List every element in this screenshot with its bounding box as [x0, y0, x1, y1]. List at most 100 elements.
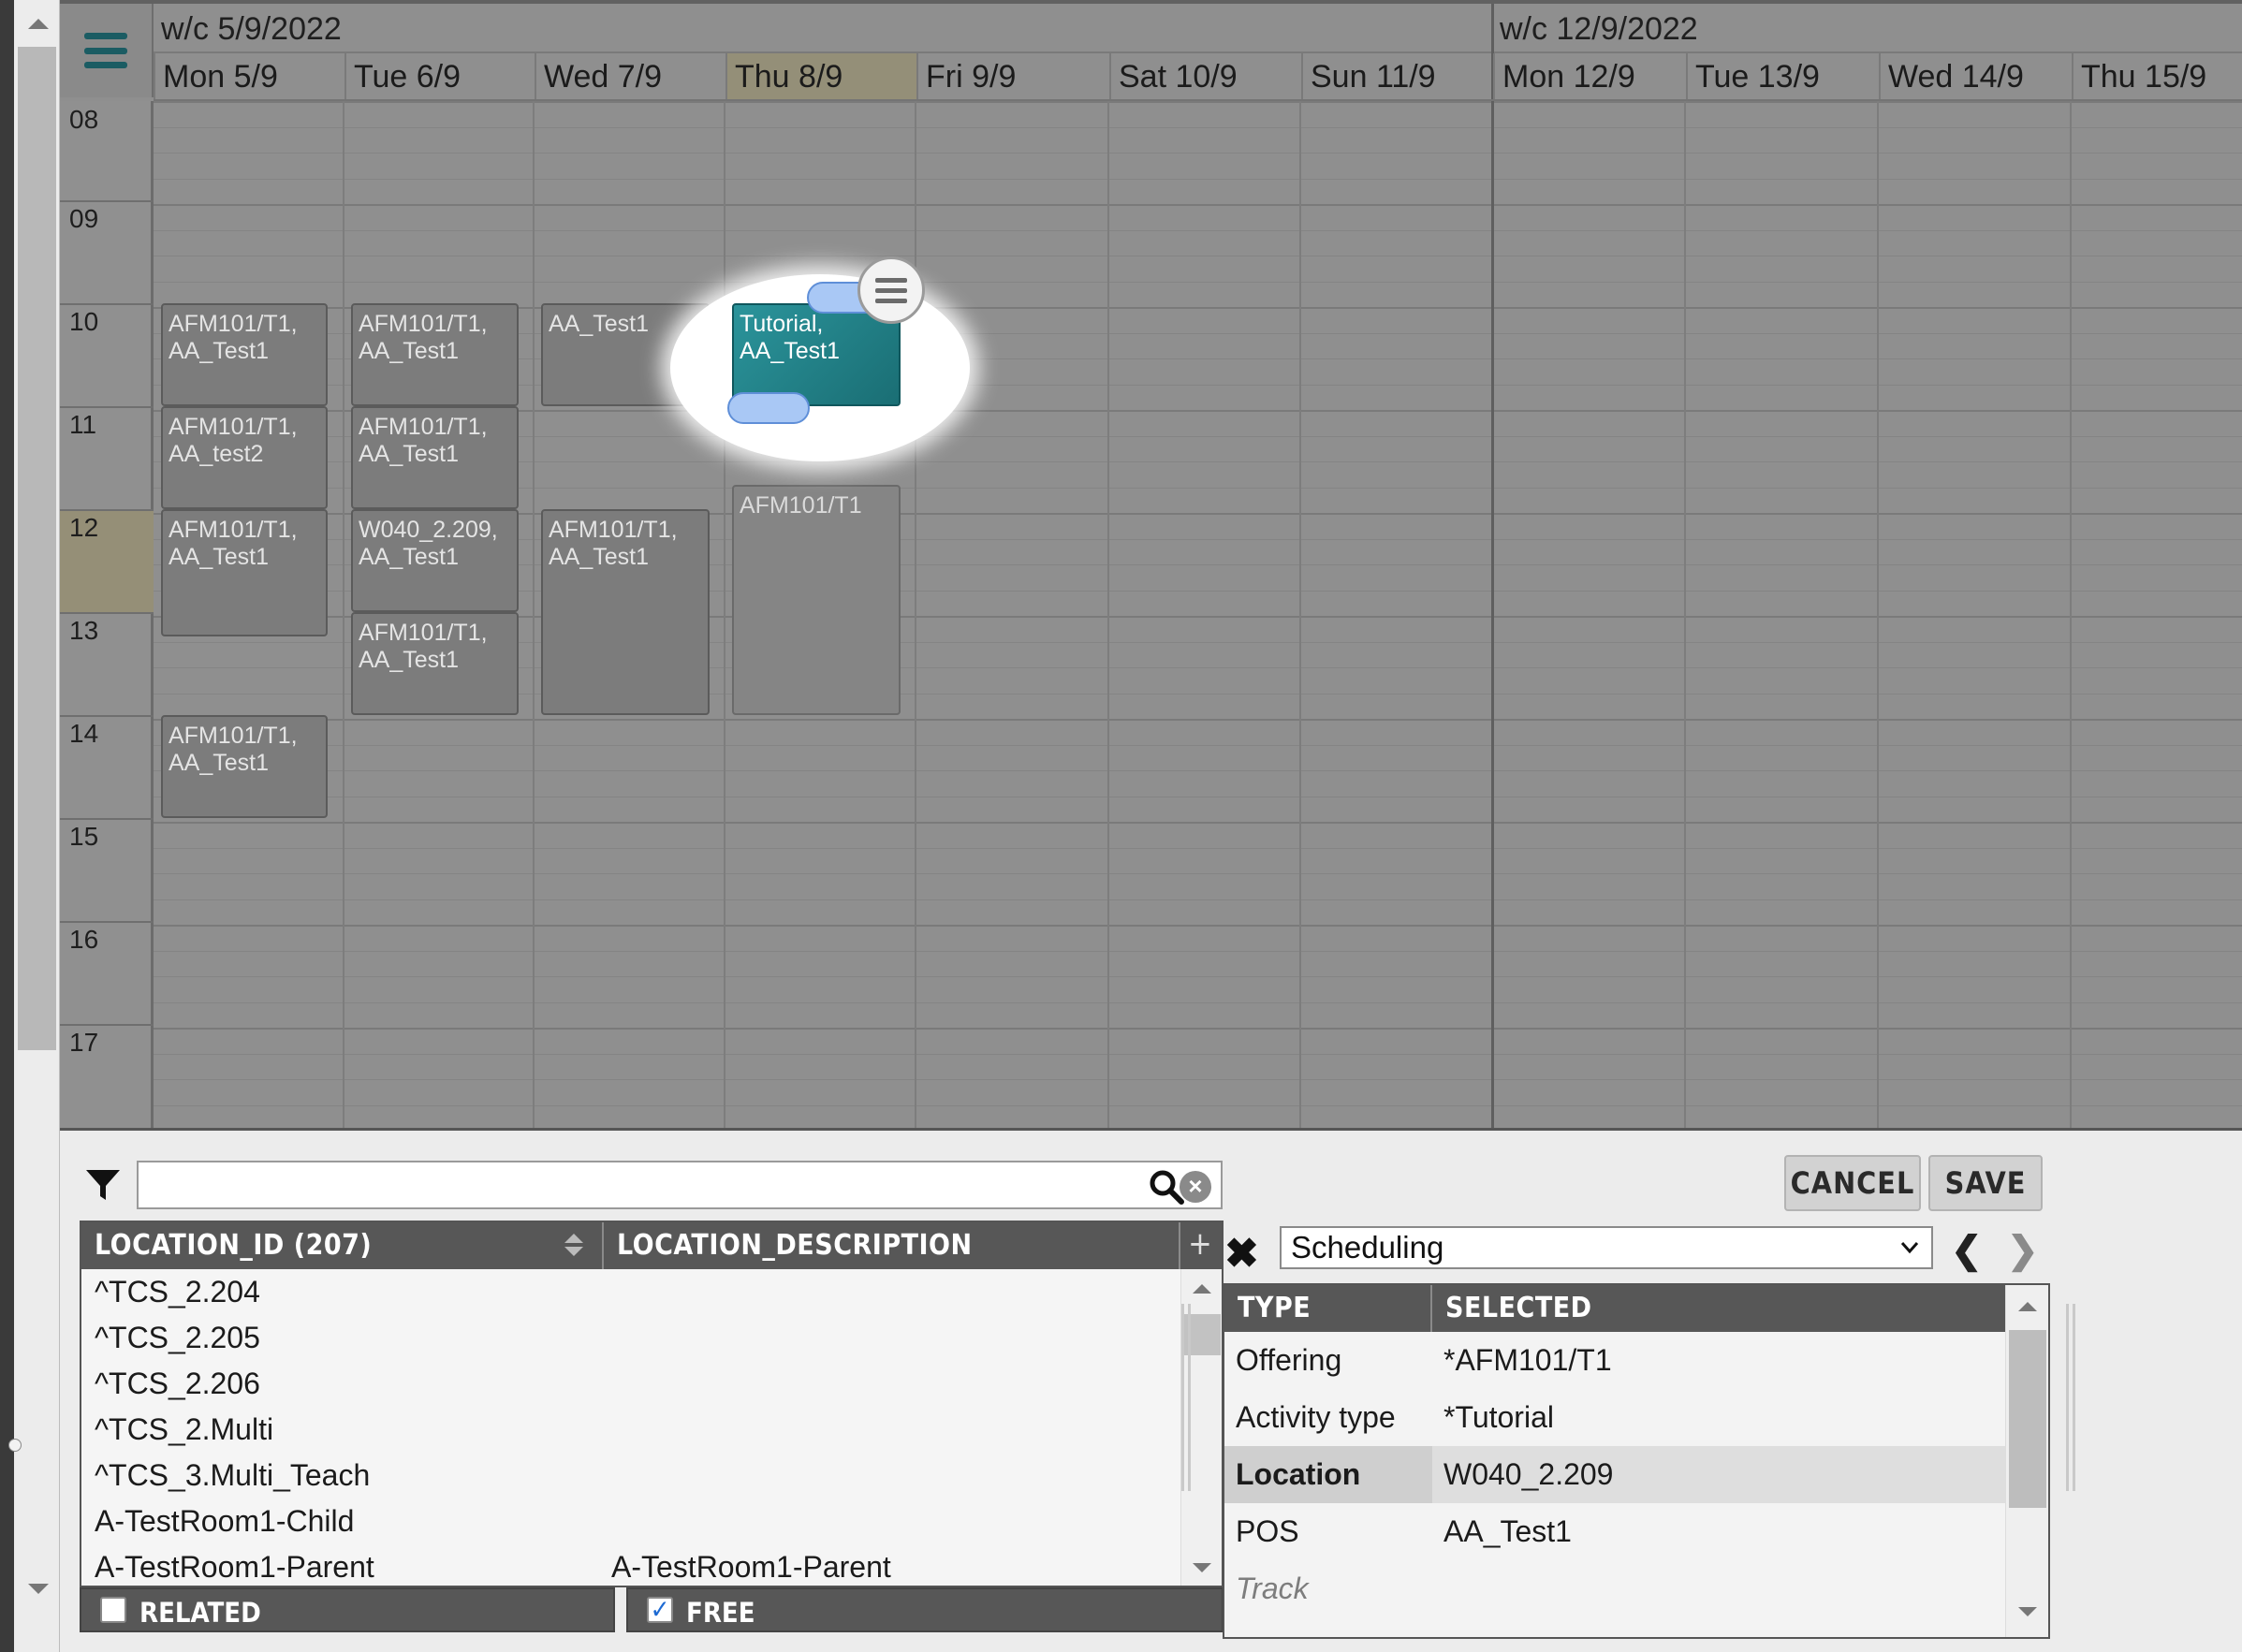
- calendar-event[interactable]: AFM101/T1, AA_Test1: [161, 715, 328, 818]
- day-header-mon-12[interactable]: Mon 12/9: [1493, 53, 1686, 100]
- related-checkbox[interactable]: [100, 1597, 126, 1623]
- week-label-1: w/c 5/9/2022: [161, 11, 342, 47]
- column-header-location-description[interactable]: LOCATION_DESCRIPTION: [604, 1222, 973, 1269]
- calendar-event[interactable]: AFM101/T1, AA_Test1: [351, 303, 519, 406]
- scroll-down-arrow-icon[interactable]: [2018, 1607, 2037, 1616]
- column-header-selected: SELECTED: [1445, 1292, 1592, 1324]
- event-menu-button[interactable]: [857, 256, 925, 324]
- location-row[interactable]: ^TCS_2.204: [81, 1269, 1186, 1315]
- calendar-event[interactable]: AFM101/T1, AA_Test1: [161, 303, 328, 406]
- panel-splitter[interactable]: [1181, 1304, 1191, 1491]
- calendar-menu-button[interactable]: [60, 4, 154, 97]
- event-line-2: AA_Test1: [169, 544, 270, 570]
- scroll-up-arrow-icon[interactable]: [2018, 1302, 2037, 1311]
- day-header-fri-9[interactable]: Fri 9/9: [916, 53, 1109, 100]
- day-header-sun-11[interactable]: Sun 11/9: [1301, 53, 1493, 100]
- checkmark-icon: ✓: [650, 1594, 670, 1625]
- main-vertical-scrollbar[interactable]: [8, 0, 60, 1652]
- day-header-wed-7[interactable]: Wed 7/9: [535, 53, 725, 100]
- event-line-1: AFM101/T1: [740, 492, 862, 519]
- calendar-event[interactable]: W040_2.209, AA_Test1: [351, 509, 519, 612]
- selection-value: *Tutorial: [1443, 1400, 1554, 1434]
- location-row[interactable]: A-TestRoom1-Child: [81, 1498, 1186, 1544]
- next-arrow-icon[interactable]: ❯: [2007, 1232, 2039, 1269]
- location-table: LOCATION_ID (207) LOCATION_DESCRIPTION +…: [80, 1221, 1224, 1587]
- selection-type: Location: [1224, 1446, 1432, 1503]
- close-icon[interactable]: ✖: [1224, 1234, 1259, 1275]
- day-header-mon-5[interactable]: Mon 5/9: [154, 53, 344, 100]
- day-column-line: [724, 101, 725, 1128]
- calendar-event[interactable]: AFM101/T1, AA_Test1: [541, 509, 710, 715]
- panel-splitter-right[interactable]: [2066, 1304, 2075, 1491]
- hour-label: 10: [69, 307, 99, 336]
- day-header-tue-13[interactable]: Tue 13/9: [1686, 53, 1879, 100]
- scrollbar-thumb[interactable]: [18, 47, 56, 1050]
- calendar-grid[interactable]: AFM101/T1, AA_Test1 AFM101/T1, AA_test2 …: [154, 101, 2242, 1128]
- location-row[interactable]: ^TCS_2.205: [81, 1315, 1186, 1361]
- calendar-event[interactable]: AFM101/T1, AA_Test1: [351, 406, 519, 509]
- selection-row-location[interactable]: Location W040_2.209: [1224, 1446, 2007, 1503]
- selection-type: Activity type: [1236, 1400, 1396, 1434]
- scroll-down-arrow-icon[interactable]: [28, 1584, 49, 1594]
- selection-value: W040_2.209: [1443, 1457, 1614, 1491]
- day-column-line: [533, 101, 535, 1128]
- day-column-line: [1877, 101, 1879, 1128]
- scroll-up-arrow-icon[interactable]: [1193, 1284, 1211, 1294]
- column-header-type: TYPE: [1238, 1292, 1311, 1324]
- previous-arrow-icon[interactable]: ❮: [1951, 1232, 1983, 1269]
- calendar-view: w/c 5/9/2022 w/c 12/9/2022 Mon 5/9 Tue 6…: [60, 0, 2242, 1128]
- event-line-2: AA_Test1: [359, 338, 460, 364]
- resize-handle-dot[interactable]: [8, 1439, 22, 1452]
- calendar-event[interactable]: AFM101/T1, AA_Test1: [351, 612, 519, 715]
- calendar-event[interactable]: AFM101/T1, AA_Test1: [161, 509, 328, 636]
- day-header-sat-10[interactable]: Sat 10/9: [1109, 53, 1301, 100]
- scroll-down-arrow-icon[interactable]: [1193, 1563, 1211, 1572]
- column-header-location-id[interactable]: LOCATION_ID (207): [81, 1222, 604, 1269]
- selection-row-activity-type[interactable]: Activity type *Tutorial: [1224, 1389, 2007, 1446]
- location-row[interactable]: ^TCS_3.Multi_Teach: [81, 1453, 1186, 1498]
- scrollbar-thumb[interactable]: [2009, 1330, 2046, 1508]
- add-column-button[interactable]: +: [1179, 1222, 1222, 1269]
- day-header-thu-15[interactable]: Thu 15/9: [2072, 53, 2242, 100]
- cancel-button[interactable]: CANCEL: [1784, 1155, 1921, 1211]
- location-row[interactable]: ^TCS_2.206: [81, 1361, 1186, 1407]
- selection-table-scrollbar[interactable]: [2005, 1285, 2048, 1637]
- hour-grid-line: [154, 822, 2242, 824]
- filter-icon[interactable]: [84, 1166, 122, 1204]
- location-row[interactable]: A-TestRoom1-Parent A-TestRoom1-Parent: [81, 1544, 1186, 1586]
- sort-icon[interactable]: [564, 1234, 583, 1258]
- free-checkbox[interactable]: ✓: [647, 1597, 673, 1623]
- week-column-line: [1491, 101, 1494, 1128]
- save-button[interactable]: SAVE: [1928, 1155, 2043, 1211]
- day-header-wed-14[interactable]: Wed 14/9: [1879, 53, 2072, 100]
- search-field[interactable]: ×: [137, 1161, 1223, 1209]
- location-id: ^TCS_3.Multi_Teach: [95, 1458, 371, 1492]
- calendar-event-ghost[interactable]: AFM101/T1: [732, 485, 901, 715]
- free-toggle[interactable]: ✓ FREE: [626, 1587, 1224, 1632]
- hour-label: 13: [69, 616, 99, 645]
- scroll-up-arrow-icon[interactable]: [28, 19, 49, 29]
- clear-search-icon[interactable]: ×: [1180, 1171, 1211, 1203]
- quarter-grid-line: [154, 873, 2242, 874]
- related-toggle[interactable]: RELATED: [80, 1587, 615, 1632]
- day-column-line: [915, 101, 916, 1128]
- event-line-1: AFM101/T1,: [169, 311, 298, 337]
- selection-row-offering[interactable]: Offering *AFM101/T1: [1224, 1332, 2007, 1389]
- day-header-thu-8-today[interactable]: Thu 8/9: [725, 53, 916, 100]
- selection-row-pos[interactable]: POS AA_Test1: [1224, 1503, 2007, 1560]
- location-row[interactable]: ^TCS_2.Multi: [81, 1407, 1186, 1453]
- event-line-1: AFM101/T1,: [359, 414, 488, 440]
- selection-row-track[interactable]: Track: [1224, 1560, 2007, 1617]
- event-resize-handle-bottom[interactable]: [727, 392, 810, 424]
- day-column-line: [1684, 101, 1686, 1128]
- hour-label: 14: [69, 719, 99, 748]
- quarter-grid-line: [154, 178, 2242, 180]
- search-input[interactable]: [144, 1166, 1136, 1204]
- calendar-event[interactable]: AFM101/T1, AA_test2: [161, 406, 328, 509]
- day-header-tue-6[interactable]: Tue 6/9: [344, 53, 535, 100]
- hour-label: 17: [69, 1028, 99, 1057]
- menu-lines-icon: [875, 277, 907, 283]
- hour-divider: [60, 406, 154, 408]
- mode-select[interactable]: Scheduling: [1280, 1226, 1933, 1269]
- quarter-grid-line: [154, 770, 2242, 771]
